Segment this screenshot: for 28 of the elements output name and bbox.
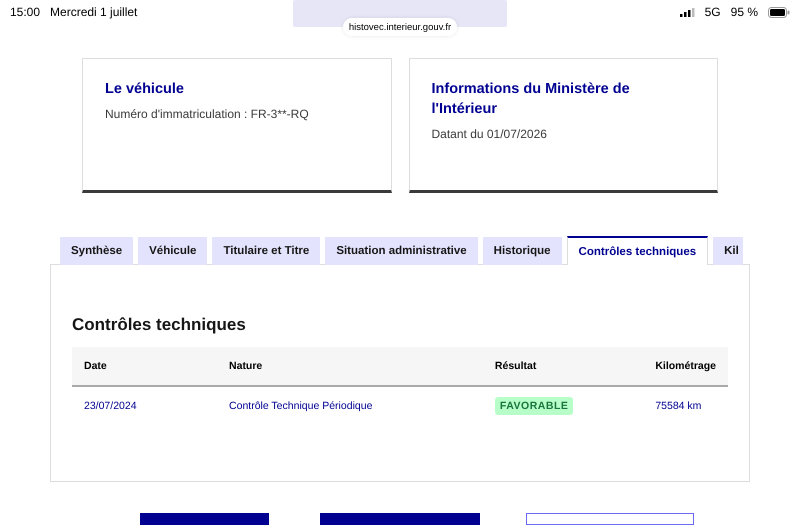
address-bar[interactable]: histovec.interieur.gouv.fr [343, 18, 457, 36]
date: Mercredi 1 juillet [50, 5, 138, 19]
signal-icon [680, 8, 695, 16]
table-cell: 23/07/2024 [72, 386, 218, 425]
column-header: Kilométrage [643, 347, 728, 386]
table-cell: Contrôle Technique Périodique [217, 386, 483, 425]
status-badge: FAVORABLE [494, 397, 574, 415]
card-text: Numéro d'immatriculation : FR-3**-RQ [105, 107, 310, 121]
battery-percent: 95 % [730, 5, 758, 19]
section-title: Contrôles techniques [72, 315, 247, 335]
column-header: Date [72, 347, 218, 386]
tab[interactable]: Situation administrative [325, 237, 478, 265]
tab[interactable]: Kil [713, 237, 743, 265]
clock: 15:00 [10, 5, 40, 19]
card-title: Informations du Ministère de l'Intérieur [432, 80, 631, 119]
tab[interactable]: Synthèse [60, 237, 134, 265]
card-title: Le véhicule [105, 80, 185, 99]
card-text: Datant du 01/07/2026 [432, 127, 548, 141]
tab[interactable]: Contrôles techniques [566, 236, 708, 265]
action-button[interactable] [526, 513, 694, 525]
tab[interactable]: Véhicule [138, 237, 208, 265]
tab[interactable]: Historique [482, 237, 562, 265]
column-header: Résultat [482, 347, 644, 386]
battery-icon [768, 6, 790, 18]
column-header: Nature [217, 347, 483, 386]
table-cell: 75584 km [643, 386, 728, 425]
tab[interactable]: Titulaire et Titre [212, 237, 320, 265]
network-label: 5G [704, 5, 721, 19]
